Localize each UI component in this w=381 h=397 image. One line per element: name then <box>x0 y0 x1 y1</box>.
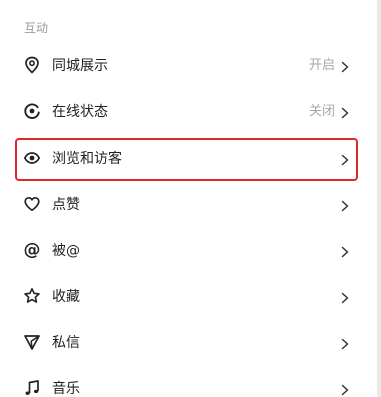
row-label: 在线状态 <box>52 104 108 120</box>
row-label: 音乐 <box>52 381 80 397</box>
chevron-right-icon <box>339 105 351 119</box>
chevron-right-icon <box>339 244 351 258</box>
row-favorites[interactable]: 收藏 <box>0 275 377 321</box>
row-label: 同城展示 <box>52 58 108 74</box>
row-label: 浏览和访客 <box>52 151 122 167</box>
chevron-right-icon <box>339 152 351 166</box>
row-music[interactable]: 音乐 <box>0 367 377 397</box>
send-icon <box>22 332 42 352</box>
music-note-icon <box>22 378 42 397</box>
row-label: 被@ <box>52 243 80 259</box>
row-value: 开启 <box>308 58 335 73</box>
chevron-right-icon <box>339 290 351 304</box>
row-likes[interactable]: 点赞 <box>0 183 377 229</box>
row-local-display[interactable]: 同城展示 开启 <box>0 44 377 90</box>
chevron-right-icon <box>339 382 351 396</box>
row-views-and-visitors[interactable]: 浏览和访客 <box>0 137 377 183</box>
chevron-right-icon <box>339 59 351 73</box>
chevron-right-icon <box>339 336 351 350</box>
row-label: 点赞 <box>52 197 80 213</box>
section-header-interaction: 互动 <box>24 21 49 35</box>
row-direct-messages[interactable]: 私信 <box>0 321 377 367</box>
interaction-settings-page: 互动 同城展示 开启 在线状态 关闭 浏览和访客 点赞 @ 被@ 收藏 私信 音… <box>0 0 381 397</box>
eye-icon <box>22 148 42 168</box>
online-status-icon <box>22 101 42 121</box>
star-icon <box>22 286 42 306</box>
chevron-right-icon <box>339 198 351 212</box>
heart-icon <box>22 194 42 214</box>
row-online-status[interactable]: 在线状态 关闭 <box>0 90 377 136</box>
at-sign-icon: @ <box>23 240 41 260</box>
location-pin-icon <box>22 55 42 75</box>
scrollbar-track <box>377 0 381 397</box>
row-label: 收藏 <box>52 289 80 305</box>
row-mentions[interactable]: @ 被@ <box>0 229 377 275</box>
row-label: 私信 <box>52 335 80 351</box>
row-value: 关闭 <box>308 104 335 119</box>
